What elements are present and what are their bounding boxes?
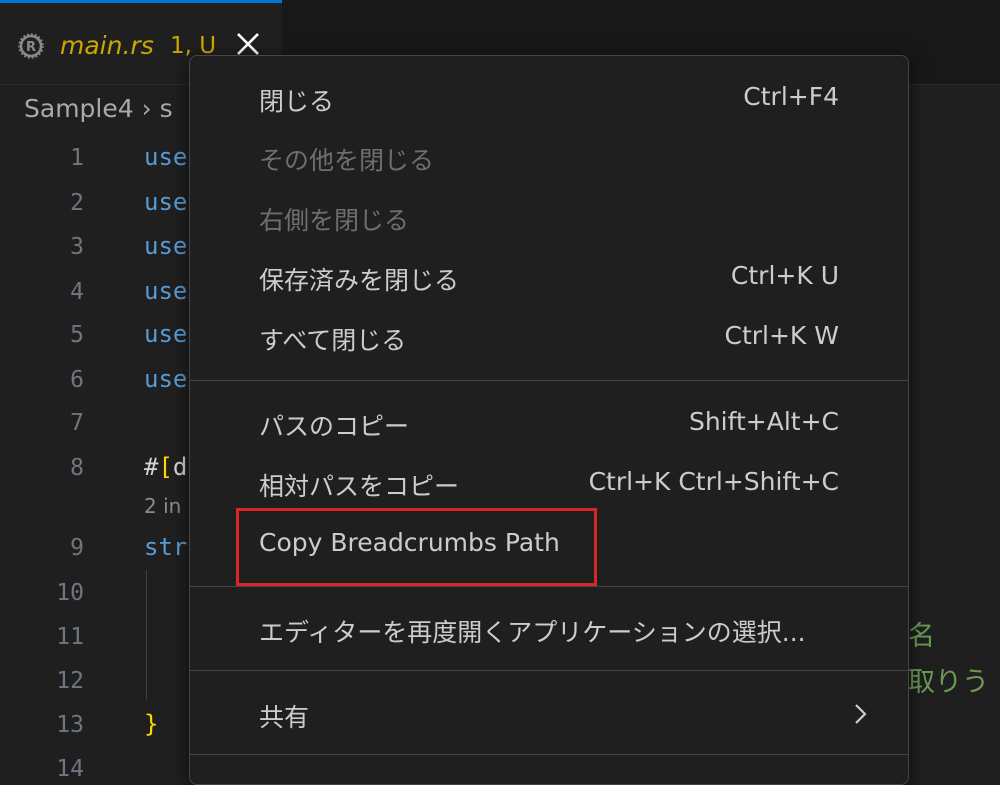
- line-number: 5: [70, 322, 84, 348]
- line-number: 4: [70, 279, 84, 305]
- rust-icon: R: [18, 33, 44, 59]
- code-line[interactable]: use: [144, 188, 187, 216]
- menu-item-label: 相対パスをコピー: [259, 472, 460, 501]
- highlight-annotation: [236, 508, 597, 586]
- menu-item-label: その他を閉じる: [259, 146, 435, 175]
- menu-item-label: 右側を閉じる: [259, 206, 410, 235]
- menu-item-copy-path[interactable]: パスのコピー Shift+Alt+C: [190, 395, 908, 451]
- line-number: 9: [70, 535, 84, 561]
- line-number: 13: [56, 712, 84, 738]
- code-token: [: [158, 453, 173, 481]
- code-line[interactable]: use: [144, 365, 187, 393]
- menu-item-label: 閉じる: [259, 87, 335, 116]
- menu-item-close-saved[interactable]: 保存済みを閉じる Ctrl+K U: [190, 249, 908, 305]
- menu-item-close-right: 右側を閉じる: [190, 189, 908, 245]
- menu-separator: [190, 380, 908, 381]
- line-number: 1: [70, 145, 84, 171]
- chevron-right-icon: ›: [141, 94, 152, 123]
- code-line[interactable]: use: [144, 320, 187, 348]
- line-number: 11: [56, 624, 84, 650]
- line-number: 6: [70, 367, 84, 393]
- tab-context-menu: 閉じる Ctrl+F4 その他を閉じる 右側を閉じる 保存済みを閉じる Ctrl…: [189, 55, 909, 785]
- indent-guide: [146, 570, 147, 700]
- menu-separator: [190, 586, 908, 587]
- menu-item-close-others: その他を閉じる: [190, 129, 908, 185]
- menu-separator: [190, 754, 908, 755]
- line-number: 7: [70, 410, 84, 436]
- menu-item-label: すべて閉じる: [259, 326, 407, 355]
- code-line[interactable]: str: [144, 533, 187, 561]
- menu-item-label: 保存済みを閉じる: [259, 266, 460, 295]
- menu-item-shortcut: Ctrl+K U: [730, 261, 839, 290]
- menu-item-label: パスのコピー: [259, 412, 410, 441]
- menu-item-reopen-editor-with[interactable]: エディターを再度開くアプリケーションの選択...: [190, 601, 908, 657]
- menu-item-shortcut: Shift+Alt+C: [688, 407, 839, 436]
- menu-item-copy-relative-path[interactable]: 相対パスをコピー Ctrl+K Ctrl+Shift+C: [190, 455, 908, 511]
- tab-title: main.rs: [60, 31, 154, 60]
- comment-text: 取りう: [908, 667, 989, 698]
- line-number: 8: [70, 455, 84, 481]
- chevron-right-icon: [855, 704, 867, 724]
- breadcrumb-item-sample4[interactable]: Sample4: [24, 94, 134, 123]
- menu-item-shortcut: Ctrl+K Ctrl+Shift+C: [588, 467, 839, 496]
- breadcrumb-item-src[interactable]: s: [160, 94, 173, 123]
- code-line[interactable]: #[d: [144, 453, 187, 481]
- code-line[interactable]: use: [144, 277, 187, 305]
- code-token: #: [144, 453, 159, 481]
- menu-separator: [190, 670, 908, 671]
- line-number: 2: [70, 190, 84, 216]
- code-token: d: [172, 453, 188, 481]
- line-number: 10: [56, 580, 84, 606]
- menu-item-share[interactable]: 共有: [190, 686, 908, 742]
- menu-item-label: 共有: [259, 703, 310, 732]
- breadcrumb: Sample4 › s: [24, 94, 173, 123]
- menu-item-close[interactable]: 閉じる Ctrl+F4: [190, 70, 908, 126]
- inlay-hint[interactable]: 2 in: [144, 494, 181, 518]
- code-line[interactable]: use: [144, 143, 187, 171]
- code-line[interactable]: }: [144, 710, 158, 738]
- comment-text: 名: [908, 621, 935, 652]
- code-line[interactable]: use: [144, 232, 187, 260]
- line-number: 3: [70, 234, 84, 260]
- menu-item-close-all[interactable]: すべて閉じる Ctrl+K W: [190, 309, 908, 365]
- menu-item-shortcut: Ctrl+K W: [724, 321, 840, 350]
- line-number: 12: [56, 668, 84, 694]
- menu-item-label: エディターを再度開くアプリケーションの選択...: [259, 618, 806, 647]
- menu-item-shortcut: Ctrl+F4: [743, 82, 839, 111]
- line-number: 14: [56, 756, 84, 782]
- svg-text:R: R: [26, 40, 36, 55]
